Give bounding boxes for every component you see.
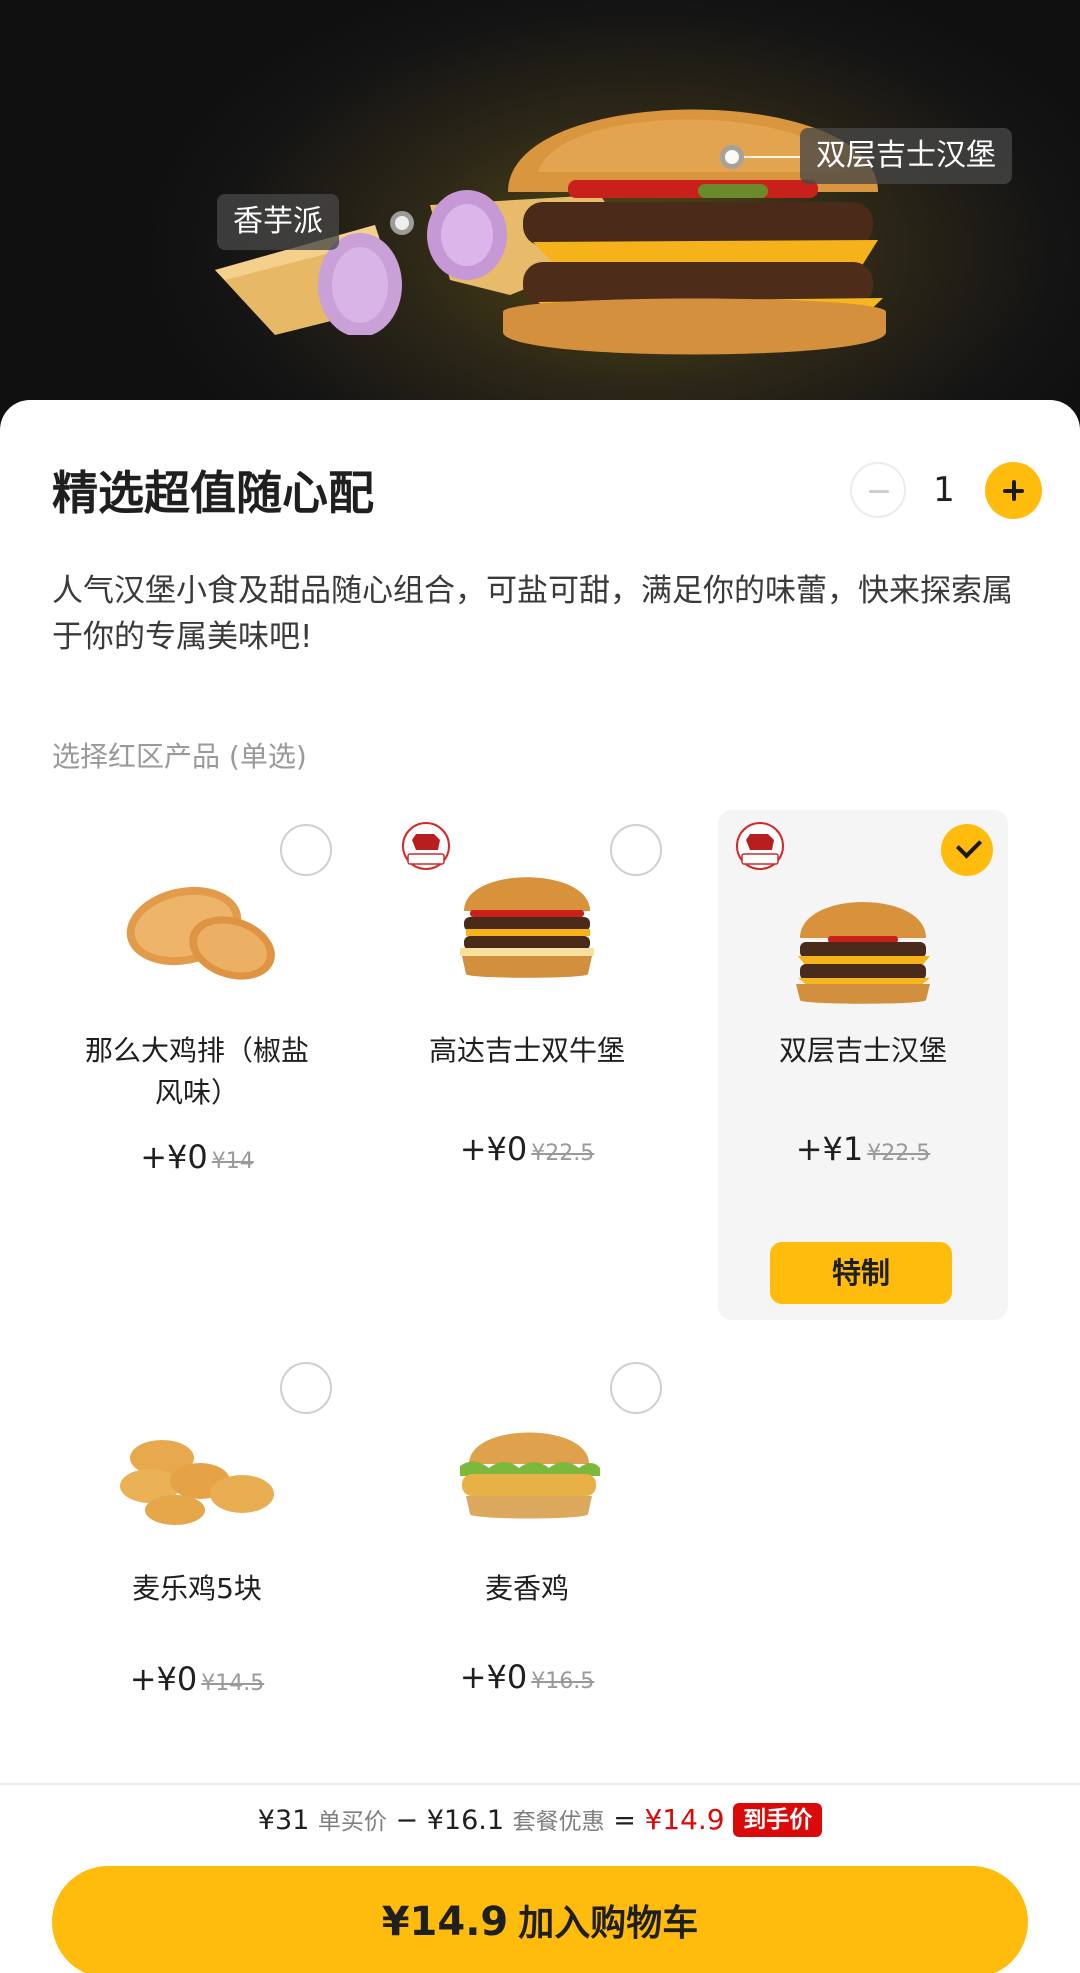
price-calculation: ¥31 单买价 − ¥16.1 套餐优惠 = ¥14.9 到手价 (0, 1800, 1080, 1842)
option-price: +¥0 (140, 1138, 208, 1176)
option-name: 高达吉士双牛堡 (428, 1034, 625, 1067)
option-card-chicken-cutlet[interactable]: 那么大鸡排（椒盐风味） +¥0 ¥14 (52, 810, 342, 1320)
option-name: 麦香鸡 (484, 1572, 569, 1605)
option-radio[interactable] (610, 824, 662, 876)
chicken-cutlet-image (126, 886, 275, 980)
option-card-mcchicken[interactable]: 麦香鸡 +¥0 ¥16.5 (382, 1348, 672, 1858)
option-original-price: ¥14 (211, 1149, 254, 1174)
product-title: 精选超值随心配 (52, 466, 374, 520)
option-card-mcnuggets[interactable]: 麦乐鸡5块 +¥0 ¥14.5 (52, 1348, 342, 1858)
minus-sign: − (395, 1805, 419, 1836)
hotspot-taro-pie[interactable] (390, 211, 414, 235)
option-original-price: ¥14.5 (201, 1671, 265, 1696)
option-card-double-beef-burger[interactable]: 高达吉士双牛堡 +¥0 ¥22.5 (382, 810, 672, 1320)
option-radio[interactable] (610, 1362, 662, 1414)
section-label: 选择红区产品 (单选) (52, 740, 307, 773)
double-cheeseburger-image (503, 109, 886, 355)
final-price: ¥14.9 (644, 1803, 725, 1836)
option-price-row: +¥1 ¥22.5 (718, 1130, 1008, 1168)
option-original-price: ¥22.5 (867, 1141, 931, 1166)
option-price-row: +¥0 ¥14.5 (52, 1660, 342, 1698)
final-price-badge: 到手价 (733, 1803, 823, 1837)
option-card-double-cheeseburger[interactable]: 双层吉士汉堡 +¥1 ¥22.5 特制 (718, 810, 1008, 1320)
option-price-row: +¥0 ¥14 (52, 1138, 342, 1176)
quantity-increase-button[interactable] (985, 462, 1042, 519)
single-price-label: 单买价 (317, 1809, 387, 1835)
product-detail-sheet: 精选超值随心配 1 人气汉堡小食及甜品随心组合，可盐可甜，满足你的味蕾，快来探索… (0, 400, 1080, 1973)
double-cheeseburger-thumb-image (796, 902, 930, 1004)
double-beef-burger-image (460, 877, 594, 978)
option-price: +¥0 (459, 1658, 528, 1696)
option-radio[interactable] (280, 824, 332, 876)
beef-badge-icon (402, 822, 450, 870)
quantity-value: 1 (933, 470, 955, 510)
cart-label: 加入购物车 (518, 1903, 699, 1944)
bottom-divider (0, 1783, 1080, 1785)
hotspot-connector (744, 156, 800, 158)
option-price-row: +¥0 ¥16.5 (382, 1658, 672, 1696)
single-price: ¥31 (257, 1805, 310, 1836)
option-original-price: ¥16.5 (531, 1669, 595, 1694)
option-price-row: +¥0 ¥22.5 (382, 1130, 672, 1168)
quantity-decrease-button[interactable] (850, 462, 906, 518)
equals-sign: = (613, 1805, 636, 1836)
option-price: +¥0 (459, 1130, 528, 1168)
burger-tag[interactable]: 双层吉士汉堡 (800, 128, 1012, 184)
discount-amount: ¥16.1 (426, 1805, 505, 1836)
option-original-price: ¥22.5 (531, 1141, 595, 1166)
beef-badge-icon (736, 822, 784, 870)
option-radio-checked[interactable] (941, 824, 993, 876)
option-name: 麦乐鸡5块 (132, 1572, 262, 1605)
hero-banner: 香芋派 双层吉士汉堡 (0, 0, 1080, 430)
discount-label: 套餐优惠 (512, 1809, 605, 1835)
option-price: +¥1 (795, 1130, 864, 1168)
mcnuggets-image (120, 1440, 274, 1525)
mcchicken-image (460, 1432, 600, 1519)
customize-button[interactable]: 特制 (770, 1242, 952, 1304)
product-description: 人气汉堡小食及甜品随心组合，可盐可甜，满足你的味蕾，快来探索属于你的专属美味吧! (52, 573, 1013, 655)
option-radio[interactable] (280, 1362, 332, 1414)
option-name: 那么大鸡排（椒盐风味） (84, 1034, 309, 1109)
hotspot-burger[interactable] (720, 145, 744, 169)
cart-price: ¥14.9 (381, 1899, 509, 1945)
option-name: 双层吉士汉堡 (778, 1034, 947, 1067)
option-price: +¥0 (129, 1660, 198, 1698)
taro-pie-tag[interactable]: 香芋派 (217, 194, 339, 250)
add-to-cart-button[interactable]: ¥14.9 加入购物车 (52, 1866, 1028, 1973)
